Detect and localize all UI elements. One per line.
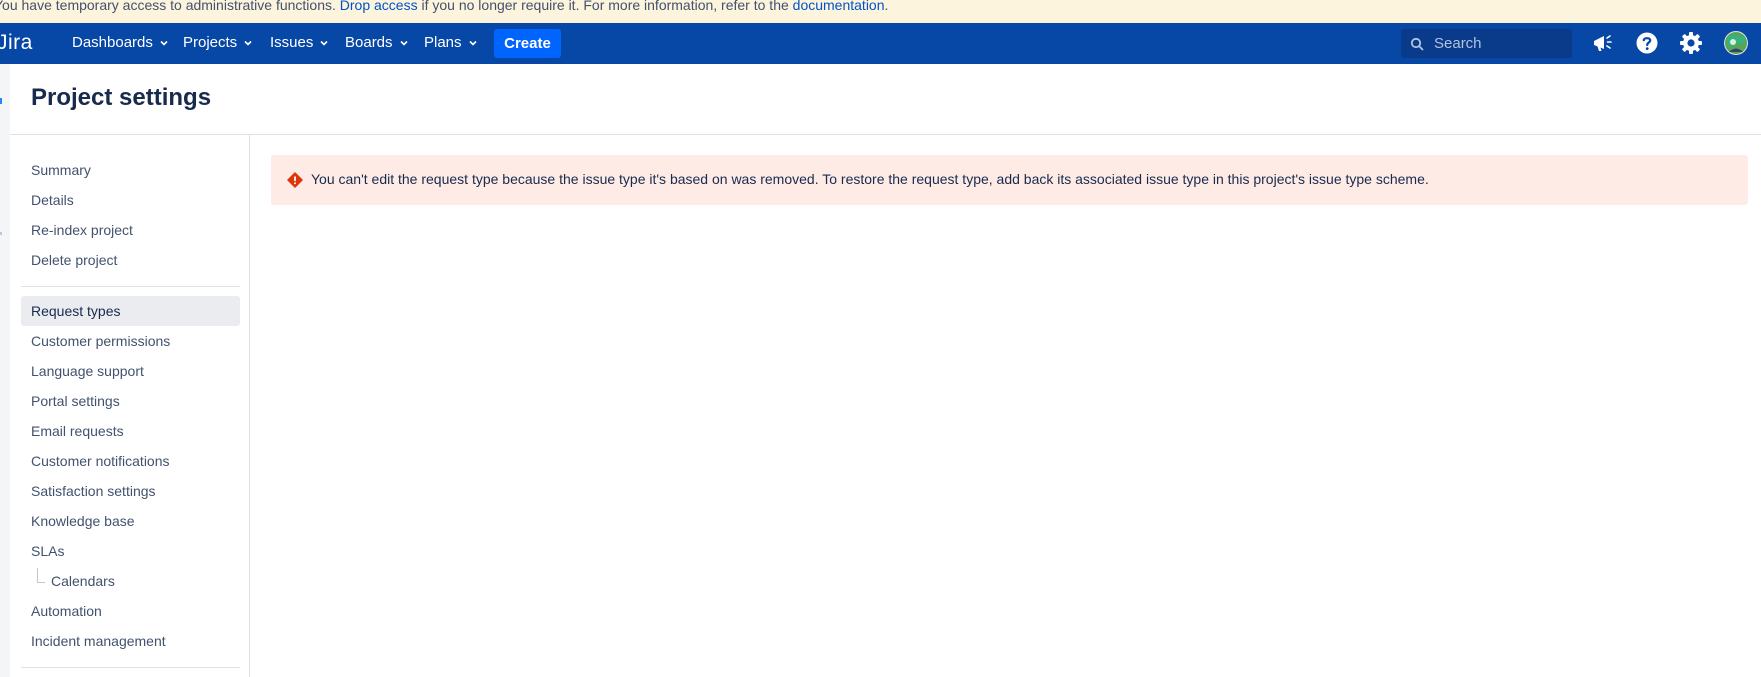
sidebar-item-slas[interactable]: SLAs	[21, 536, 240, 566]
sidebar-item-knowledge-base[interactable]: Knowledge base	[21, 506, 240, 536]
sidebar-item-label: Customer notifications	[31, 453, 170, 469]
top-navigation: Jira Dashboards Projects Issues Boards P…	[0, 23, 1761, 64]
sidebar-item-portal-settings[interactable]: Portal settings	[21, 386, 240, 416]
sidebar-item-label: Re-index project	[31, 222, 133, 238]
sidebar-item-language-support[interactable]: Language support	[21, 356, 240, 386]
header-divider	[10, 134, 1761, 135]
sidebar-indicator	[0, 98, 2, 104]
error-icon	[287, 172, 303, 188]
sidebar-group-divider	[21, 286, 240, 287]
sidebar-item-label: Summary	[31, 162, 91, 178]
chevron-down-icon	[320, 40, 328, 46]
sidebar-divider	[249, 135, 250, 677]
sidebar-item-satisfaction-settings[interactable]: Satisfaction settings	[21, 476, 240, 506]
sidebar-item-label: Email requests	[31, 423, 124, 439]
error-message: You can't edit the request type because …	[271, 155, 1748, 205]
sidebar-item-label: Language support	[31, 363, 144, 379]
sidebar-indicator	[0, 232, 2, 235]
sidebar-item-label: Satisfaction settings	[31, 483, 156, 499]
sidebar-item-label: Knowledge base	[31, 513, 135, 529]
sidebar-item-label: Details	[31, 192, 74, 208]
sidebar-group-divider	[21, 667, 240, 668]
sidebar-item-label: Portal settings	[31, 393, 120, 409]
nav-issues-label: Issues	[270, 34, 314, 51]
nav-plans[interactable]: Plans	[424, 34, 478, 51]
nav-issues[interactable]: Issues	[270, 34, 329, 51]
megaphone-icon[interactable]	[1589, 30, 1615, 56]
admin-access-banner: You have temporary access to administrat…	[0, 0, 1761, 23]
sidebar-item-label: SLAs	[31, 543, 65, 559]
chevron-down-icon	[244, 40, 252, 46]
nav-plans-label: Plans	[424, 34, 462, 51]
nav-projects[interactable]: Projects	[183, 34, 253, 51]
banner-text: You have temporary access to administrat…	[0, 0, 340, 13]
documentation-link[interactable]: documentation	[793, 0, 885, 13]
sidebar-item-customer-notifications[interactable]: Customer notifications	[21, 446, 240, 476]
sidebar-item-label: Request types	[31, 303, 121, 319]
banner-text-end: .	[884, 0, 889, 13]
error-text: You can't edit the request type because …	[311, 171, 1429, 187]
nav-dashboards-label: Dashboards	[72, 34, 153, 51]
sidebar-item-delete-project[interactable]: Delete project	[21, 245, 240, 275]
sidebar-item-label: Calendars	[51, 573, 115, 589]
sidebar-item-customer-permissions[interactable]: Customer permissions	[21, 326, 240, 356]
sidebar-item-label: Delete project	[31, 252, 118, 268]
create-button[interactable]: Create	[494, 29, 561, 58]
page-title: Project settings	[31, 84, 212, 111]
nav-boards[interactable]: Boards	[345, 34, 409, 51]
drop-access-link[interactable]: Drop access	[340, 0, 418, 13]
settings-icon[interactable]	[1678, 30, 1704, 56]
banner-text-middle: if you no longer require it. For more in…	[417, 0, 793, 13]
nav-boards-label: Boards	[345, 34, 393, 51]
sidebar-item-summary[interactable]: Summary	[21, 155, 240, 185]
sidebar-item-label: Incident management	[31, 633, 166, 649]
sidebar-item-calendars[interactable]: Calendars	[21, 566, 240, 596]
search-input[interactable]	[1432, 34, 1566, 53]
avatar[interactable]	[1723, 30, 1749, 56]
search-icon	[1410, 37, 1424, 50]
sidebar-item-automation[interactable]: Automation	[21, 596, 240, 626]
nav-projects-label: Projects	[183, 34, 238, 51]
sidebar-item-label: Customer permissions	[31, 333, 171, 349]
help-icon[interactable]	[1634, 30, 1660, 56]
chevron-down-icon	[468, 40, 477, 46]
chevron-down-icon	[160, 40, 168, 46]
sidebar-item-reindex-project[interactable]: Re-index project	[21, 215, 240, 245]
sidebar-item-incident-management[interactable]: Incident management	[21, 626, 240, 656]
search-box[interactable]	[1401, 29, 1572, 58]
nav-dashboards[interactable]: Dashboards	[72, 34, 169, 51]
sidebar-item-label: Automation	[31, 603, 102, 619]
left-collapsed-sidebar[interactable]	[0, 64, 10, 677]
sidebar-item-email-requests[interactable]: Email requests	[21, 416, 240, 446]
sidebar-item-details[interactable]: Details	[21, 185, 240, 215]
chevron-down-icon	[399, 40, 408, 46]
jira-logo[interactable]: Jira	[0, 31, 33, 55]
sidebar-item-request-types[interactable]: Request types	[21, 296, 240, 326]
